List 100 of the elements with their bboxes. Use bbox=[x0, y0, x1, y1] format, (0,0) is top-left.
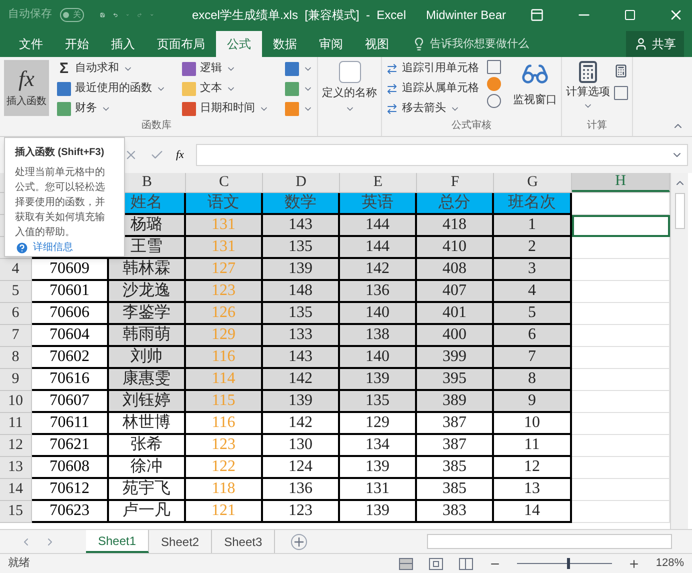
function-menu-button[interactable]: 最近使用的函数 bbox=[57, 80, 166, 97]
table-cell: 10 bbox=[494, 413, 572, 435]
ribbon-tab[interactable]: 页面布局 bbox=[146, 31, 216, 57]
user-name: Midwinter Bear bbox=[426, 6, 506, 24]
table-cell: 389 bbox=[417, 391, 494, 413]
calculator-icon bbox=[576, 60, 600, 84]
share-button[interactable]: 共享 bbox=[626, 31, 684, 57]
tooltip-title: 插入函数 (Shift+F3) bbox=[15, 146, 106, 160]
sigma-icon: Σ bbox=[57, 61, 71, 76]
column-header[interactable]: C bbox=[186, 173, 263, 192]
table-cell: 韩雨萌 bbox=[109, 325, 186, 347]
column-header[interactable]: D bbox=[263, 173, 340, 192]
calculation-options-button[interactable]: 计算选项 bbox=[566, 60, 610, 118]
table-cell: 136 bbox=[263, 479, 340, 501]
insert-function-button[interactable]: fx 插入函数 bbox=[4, 60, 49, 116]
table-cell: 123 bbox=[186, 435, 263, 457]
audit-button[interactable]: 移去箭头 bbox=[386, 100, 479, 117]
ribbon-display-icon[interactable] bbox=[530, 8, 544, 22]
page-break-icon[interactable] bbox=[458, 558, 473, 570]
function-menu-button[interactable]: 财务 bbox=[57, 100, 166, 117]
vertical-scrollbar[interactable] bbox=[670, 173, 688, 529]
function-menu-button[interactable]: 逻辑 bbox=[182, 60, 269, 77]
ribbon-tab[interactable]: 视图 bbox=[354, 31, 400, 57]
ribbon-tab[interactable]: 审阅 bbox=[308, 31, 354, 57]
table-cell-text: 70623 bbox=[50, 501, 90, 521]
table-cell: 139 bbox=[263, 391, 340, 413]
function-menu-button[interactable]: Σ 自动求和 bbox=[57, 60, 166, 77]
column-header[interactable]: H bbox=[572, 173, 670, 192]
column-header[interactable]: F bbox=[417, 173, 494, 192]
ribbon-tab[interactable]: 文件 bbox=[8, 31, 54, 57]
column-heading-cell: 英语 bbox=[340, 193, 417, 215]
sheet-calc-icon bbox=[614, 86, 628, 100]
ledger-icon bbox=[57, 102, 71, 116]
table-cell: 刘钰婷 bbox=[109, 391, 186, 413]
table-cell: 4 bbox=[494, 281, 572, 303]
watch-window-button[interactable]: 监视窗口 bbox=[513, 60, 557, 118]
table-cell: 136 bbox=[340, 281, 417, 303]
table-cell: 407 bbox=[417, 281, 494, 303]
column-header[interactable]: E bbox=[340, 173, 417, 192]
autosave-label: 自动保存 bbox=[8, 7, 52, 22]
maximize-icon[interactable] bbox=[624, 8, 636, 20]
table-cell: 韩林霖 bbox=[109, 259, 186, 281]
table-cell: 9 bbox=[494, 391, 572, 413]
error-check-icon[interactable] bbox=[487, 77, 501, 91]
text-book-icon bbox=[182, 82, 196, 96]
table-cell: 140 bbox=[340, 303, 417, 325]
table-cell: 139 bbox=[340, 369, 417, 391]
function-menu-button[interactable]: 文本 bbox=[182, 80, 269, 97]
defined-names-button[interactable]: 定义的名称 bbox=[322, 61, 377, 114]
table-cell: 刘帅 bbox=[109, 347, 186, 369]
function-menu-button[interactable] bbox=[285, 100, 313, 117]
insert-function-icon[interactable]: fx bbox=[176, 146, 184, 164]
table-cell: 123 bbox=[263, 501, 340, 523]
audit-button[interactable]: 追踪引用单元格 bbox=[386, 60, 479, 77]
zoom-in-icon[interactable] bbox=[628, 558, 640, 570]
horizontal-scrollbar[interactable] bbox=[427, 534, 672, 549]
scroll-thumb[interactable] bbox=[674, 193, 684, 229]
table-cell: 387 bbox=[417, 413, 494, 435]
table-cell: 131 bbox=[186, 215, 263, 237]
ribbon-tab[interactable]: 公式 bbox=[216, 31, 262, 57]
table-cell: 135 bbox=[340, 391, 417, 413]
book-icon bbox=[285, 82, 299, 96]
page-layout-icon[interactable] bbox=[428, 558, 443, 570]
zoom-level[interactable]: 128% bbox=[656, 555, 684, 572]
table-cell: 134 bbox=[340, 435, 417, 457]
evaluate-icon[interactable] bbox=[487, 94, 501, 108]
table-cell: 苑宇飞 bbox=[109, 479, 186, 501]
table-cell-text: 70611 bbox=[50, 413, 90, 433]
status-text: 就绪 bbox=[8, 556, 30, 572]
zoom-thumb[interactable] bbox=[567, 558, 570, 569]
ribbon-tab[interactable]: 开始 bbox=[54, 31, 100, 57]
tell-me-field[interactable]: 告诉我你想要做什么 bbox=[430, 36, 529, 52]
function-menu-button[interactable] bbox=[285, 60, 313, 77]
group-label: 公式审核 bbox=[450, 118, 492, 133]
table-cell: 122 bbox=[186, 457, 263, 479]
table-cell: 3 bbox=[494, 259, 572, 281]
calculator-icon[interactable] bbox=[614, 64, 628, 78]
ribbon-tab[interactable]: 数据 bbox=[262, 31, 308, 57]
add-sheet-icon[interactable] bbox=[291, 534, 308, 550]
audit-button[interactable]: 追踪从属单元格 bbox=[386, 80, 479, 97]
book-icon bbox=[285, 102, 299, 116]
table-cell: 400 bbox=[417, 325, 494, 347]
cancel-icon[interactable] bbox=[124, 148, 138, 162]
table-cell: 140 bbox=[340, 347, 417, 369]
table-cell: 124 bbox=[263, 457, 340, 479]
formula-input[interactable] bbox=[196, 144, 688, 166]
table-cell: 123 bbox=[186, 281, 263, 303]
function-menu-button[interactable] bbox=[285, 80, 313, 97]
table-cell: 130 bbox=[263, 435, 340, 457]
lightbulb-icon bbox=[412, 37, 426, 51]
normal-view-icon[interactable] bbox=[398, 558, 413, 570]
table-cell: 385 bbox=[417, 457, 494, 479]
column-heading-cell: 数学 bbox=[263, 193, 340, 215]
table-cell-text: 70609 bbox=[50, 259, 90, 279]
ribbon-tab[interactable]: 插入 bbox=[100, 31, 146, 57]
more-info-link[interactable]: 详细信息 bbox=[33, 240, 73, 255]
function-menu-button[interactable]: 日期和时间 bbox=[182, 100, 269, 117]
sheet-tab[interactable]: Sheet1 bbox=[86, 530, 150, 553]
table-cell-text: 70612 bbox=[50, 479, 90, 499]
table-cell: 沙龙逸 bbox=[109, 281, 186, 303]
